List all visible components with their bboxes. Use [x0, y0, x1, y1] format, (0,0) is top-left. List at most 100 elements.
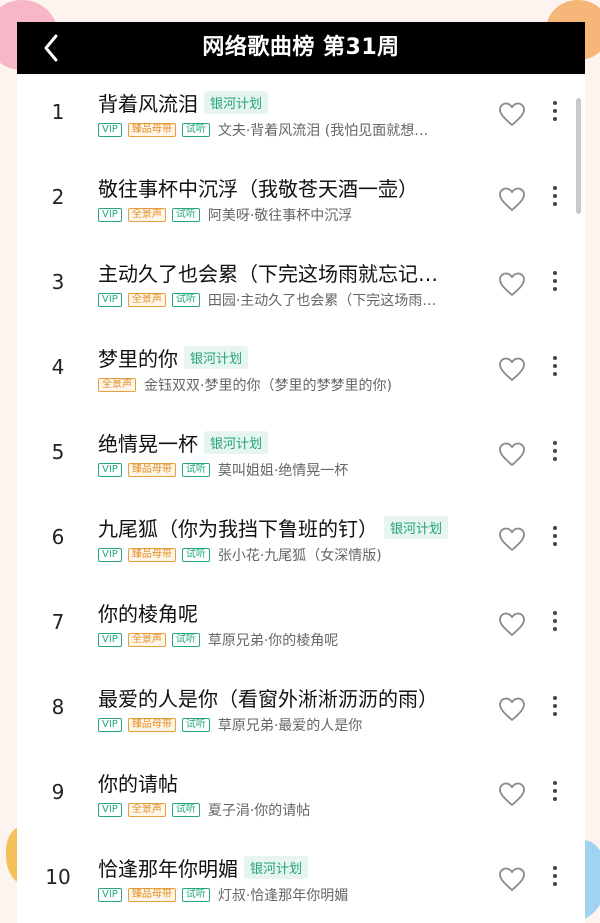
rank-number: 3: [51, 270, 65, 294]
more-vertical-icon: [553, 271, 557, 275]
vip-tag: VIP: [98, 718, 122, 732]
more-options-button[interactable]: [547, 863, 563, 895]
song-row[interactable]: 9 你的请帖 VIP 全景声 试听 夏子涓·你的请帖: [17, 754, 585, 839]
more-vertical-icon: [553, 526, 557, 530]
song-title[interactable]: 最爱的人是你（看窗外淅淅沥沥的雨）: [98, 683, 438, 712]
song-meta: VIP 臻品母带 试听 灯叔·恰逢那年你明媚: [98, 886, 483, 904]
title-line: 主动久了也会累（下完这场雨就忘记…: [98, 258, 438, 286]
more-options-button[interactable]: [547, 98, 563, 130]
more-vertical-icon: [553, 611, 557, 615]
like-button[interactable]: [498, 186, 526, 212]
rank-number: 1: [51, 100, 65, 124]
title-line: 你的请帖: [98, 768, 178, 796]
vip-tag: VIP: [98, 803, 122, 817]
like-button[interactable]: [498, 356, 526, 382]
song-meta: VIP 臻品母带 试听 莫叫姐姐·绝情晃一杯: [98, 461, 483, 479]
vip-tag: VIP: [98, 293, 122, 307]
surround-sound-tag: 全景声: [127, 803, 166, 817]
rank-number: 4: [51, 355, 65, 379]
more-vertical-icon: [553, 866, 557, 870]
master-quality-tag: 臻品母带: [127, 548, 176, 562]
like-button[interactable]: [498, 781, 526, 807]
song-meta: VIP 臻品母带 试听 草原兄弟·最爱的人是你: [98, 716, 483, 734]
trial-tag: 试听: [171, 293, 200, 307]
heart-outline-icon: [499, 187, 525, 211]
song-title[interactable]: 梦里的你: [98, 343, 178, 372]
heart-outline-icon: [499, 102, 525, 126]
song-row[interactable]: 7 你的棱角呢 VIP 全景声 试听 草原兄弟·你的棱角呢: [17, 584, 585, 669]
song-title[interactable]: 你的棱角呢: [98, 598, 198, 627]
like-button[interactable]: [498, 696, 526, 722]
more-options-button[interactable]: [547, 183, 563, 215]
song-title[interactable]: 恰逢那年你明媚: [98, 853, 238, 882]
more-vertical-icon: [553, 101, 557, 105]
trial-tag: 试听: [171, 208, 200, 222]
heart-outline-icon: [499, 782, 525, 806]
song-row[interactable]: 5 绝情晃一杯 银河计划 VIP 臻品母带 试听 莫叫姐姐·绝情晃一杯: [17, 414, 585, 499]
song-title[interactable]: 主动久了也会累（下完这场雨就忘记…: [98, 258, 438, 287]
heart-outline-icon: [499, 357, 525, 381]
trial-tag: 试听: [181, 463, 210, 477]
like-button[interactable]: [498, 271, 526, 297]
song-title[interactable]: 九尾狐（你为我挡下鲁班的钉）: [98, 513, 378, 542]
artist-album: 张小花·九尾狐（女深情版): [217, 548, 382, 564]
song-title[interactable]: 你的请帖: [98, 768, 178, 797]
song-row[interactable]: 6 九尾狐（你为我挡下鲁班的钉） 银河计划 VIP 臻品母带 试听 张小花·九尾狐（女深…: [17, 499, 585, 584]
like-button[interactable]: [498, 526, 526, 552]
artist-album: 灯叔·恰逢那年你明媚: [217, 888, 349, 904]
title-line: 背着风流泪 银河计划: [98, 88, 269, 117]
master-quality-tag: 臻品母带: [127, 123, 176, 137]
artist-album: 阿美呀·敬往事杯中沉浮: [207, 208, 353, 224]
song-meta: VIP 全景声 试听 夏子涓·你的请帖: [98, 801, 483, 819]
more-options-button[interactable]: [547, 438, 563, 470]
more-options-button[interactable]: [547, 268, 563, 300]
artist-album: 金钰双双·梦里的你（梦里的梦梦里的你): [144, 378, 392, 394]
song-meta: VIP 臻品母带 试听 张小花·九尾狐（女深情版): [98, 546, 483, 564]
rank-number: 2: [51, 185, 65, 209]
song-title[interactable]: 绝情晃一杯: [98, 428, 198, 457]
song-row[interactable]: 1 背着风流泪 银河计划 VIP 臻品母带 试听 文夫·背着风流泪 (我怕见面就想…: [17, 74, 585, 159]
more-options-button[interactable]: [547, 608, 563, 640]
heart-outline-icon: [499, 527, 525, 551]
artist-album: 文夫·背着风流泪 (我怕见面就想…: [217, 123, 429, 139]
heart-outline-icon: [499, 272, 525, 296]
like-button[interactable]: [498, 866, 526, 892]
song-list[interactable]: 1 背着风流泪 银河计划 VIP 臻品母带 试听 文夫·背着风流泪 (我怕见面就想… 2…: [17, 74, 585, 923]
heart-outline-icon: [499, 612, 525, 636]
artist-album: 田园·主动久了也会累（下完这场雨…: [207, 293, 437, 309]
trial-tag: 试听: [181, 718, 210, 732]
song-row[interactable]: 10 恰逢那年你明媚 银河计划 VIP 臻品母带 试听 灯叔·恰逢那年你明媚: [17, 839, 585, 923]
song-row[interactable]: 8 最爱的人是你（看窗外淅淅沥沥的雨） VIP 臻品母带 试听 草原兄弟·最爱的人是你: [17, 669, 585, 754]
more-options-button[interactable]: [547, 523, 563, 555]
song-meta: VIP 全景声 试听 阿美呀·敬往事杯中沉浮: [98, 206, 483, 224]
vip-tag: VIP: [98, 633, 122, 647]
artist-album: 草原兄弟·最爱的人是你: [217, 718, 363, 734]
song-meta: VIP 臻品母带 试听 文夫·背着风流泪 (我怕见面就想…: [98, 121, 483, 139]
more-vertical-icon: [553, 186, 557, 190]
song-row[interactable]: 4 梦里的你 银河计划 全景声 金钰双双·梦里的你（梦里的梦梦里的你): [17, 329, 585, 414]
like-button[interactable]: [498, 441, 526, 467]
like-button[interactable]: [498, 101, 526, 127]
more-options-button[interactable]: [547, 778, 563, 810]
plan-badge: 银河计划: [204, 90, 269, 114]
more-options-button[interactable]: [547, 353, 563, 385]
more-options-button[interactable]: [547, 693, 563, 725]
rank-number: 7: [51, 610, 65, 634]
song-meta: VIP 全景声 试听 草原兄弟·你的棱角呢: [98, 631, 483, 649]
master-quality-tag: 臻品母带: [127, 718, 176, 732]
surround-sound-tag: 全景声: [98, 378, 136, 392]
song-title[interactable]: 敬往事杯中沉浮（我敬苍天酒一壶）: [98, 173, 418, 202]
song-meta: 全景声 金钰双双·梦里的你（梦里的梦梦里的你): [98, 376, 483, 394]
song-title[interactable]: 背着风流泪: [98, 88, 198, 117]
heart-outline-icon: [499, 697, 525, 721]
vip-tag: VIP: [98, 888, 122, 902]
rank-number: 8: [51, 695, 65, 719]
plan-badge: 银河计划: [384, 515, 449, 539]
song-row[interactable]: 3 主动久了也会累（下完这场雨就忘记… VIP 全景声 试听 田园·主动久了也会累（下…: [17, 244, 585, 329]
plan-badge: 银河计划: [184, 345, 249, 369]
song-row[interactable]: 2 敬往事杯中沉浮（我敬苍天酒一壶） VIP 全景声 试听 阿美呀·敬往事杯中沉浮: [17, 159, 585, 244]
title-line: 梦里的你 银河计划: [98, 343, 249, 372]
header-bar: 网络歌曲榜 第31周: [17, 22, 585, 74]
like-button[interactable]: [498, 611, 526, 637]
title-line: 绝情晃一杯 银河计划: [98, 428, 269, 457]
